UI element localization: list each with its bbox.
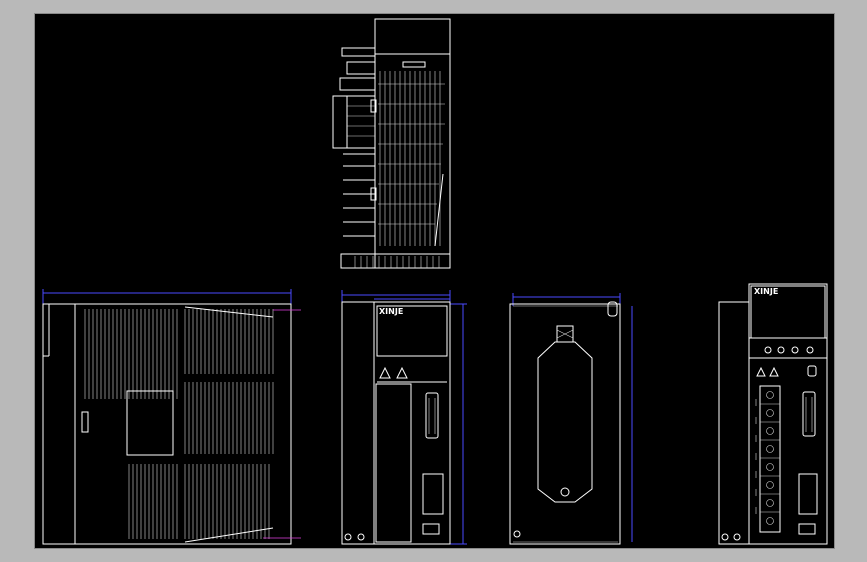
side-view-latch [81,411,89,433]
top-view-heatsink [340,253,451,269]
side-view [42,289,301,545]
right-view-led-4 [806,346,814,354]
side-view-vents [84,306,274,543]
rear-view-ground-stud [560,487,570,497]
right-view-warning-icon-2 [769,366,779,377]
front-view-port [422,473,444,515]
front-view-screw-left [344,533,352,541]
right-view-side-body [718,301,750,545]
top-view-fins [378,71,445,247]
right-view-ground-terminal [798,523,816,535]
right-view-led-3 [791,346,799,354]
front-view-terminal-cover [375,383,412,543]
front-view-db-connector [425,392,439,439]
cad-viewport[interactable]: XINJE XINJE [34,13,835,549]
right-view: XINJE [718,283,828,545]
front-view-screw-right [357,533,365,541]
top-view [332,18,451,269]
top-view-body [374,18,451,269]
right-view-warning-icon-1 [756,366,766,377]
right-view-screw-right [733,533,741,541]
front-view-body [341,301,451,545]
rear-view-mount-hole-bottom [513,530,521,538]
technical-drawing: XINJE XINJE [42,18,828,545]
front-view-brand-label: XINJE [379,307,403,316]
right-view-brand-label: XINJE [754,287,778,296]
rear-view-heatsink-outline [537,341,593,503]
rear-view [509,293,633,545]
front-view-warning-icon-1 [379,366,391,379]
right-view-port [798,473,818,515]
top-view-label-plate [402,61,426,68]
front-view: XINJE [341,290,467,545]
side-view-label-window [126,390,174,456]
right-view-led-1 [764,346,772,354]
right-view-db-connector [802,391,816,437]
side-view-body [42,303,292,545]
right-view-led-2 [777,346,785,354]
front-view-warning-icon-2 [396,366,408,379]
right-view-terminal-block [755,385,781,533]
rear-view-plate [509,303,621,545]
front-view-ground-terminal [422,523,440,535]
top-view-connectors [332,47,377,237]
right-view-screw-left [721,533,729,541]
